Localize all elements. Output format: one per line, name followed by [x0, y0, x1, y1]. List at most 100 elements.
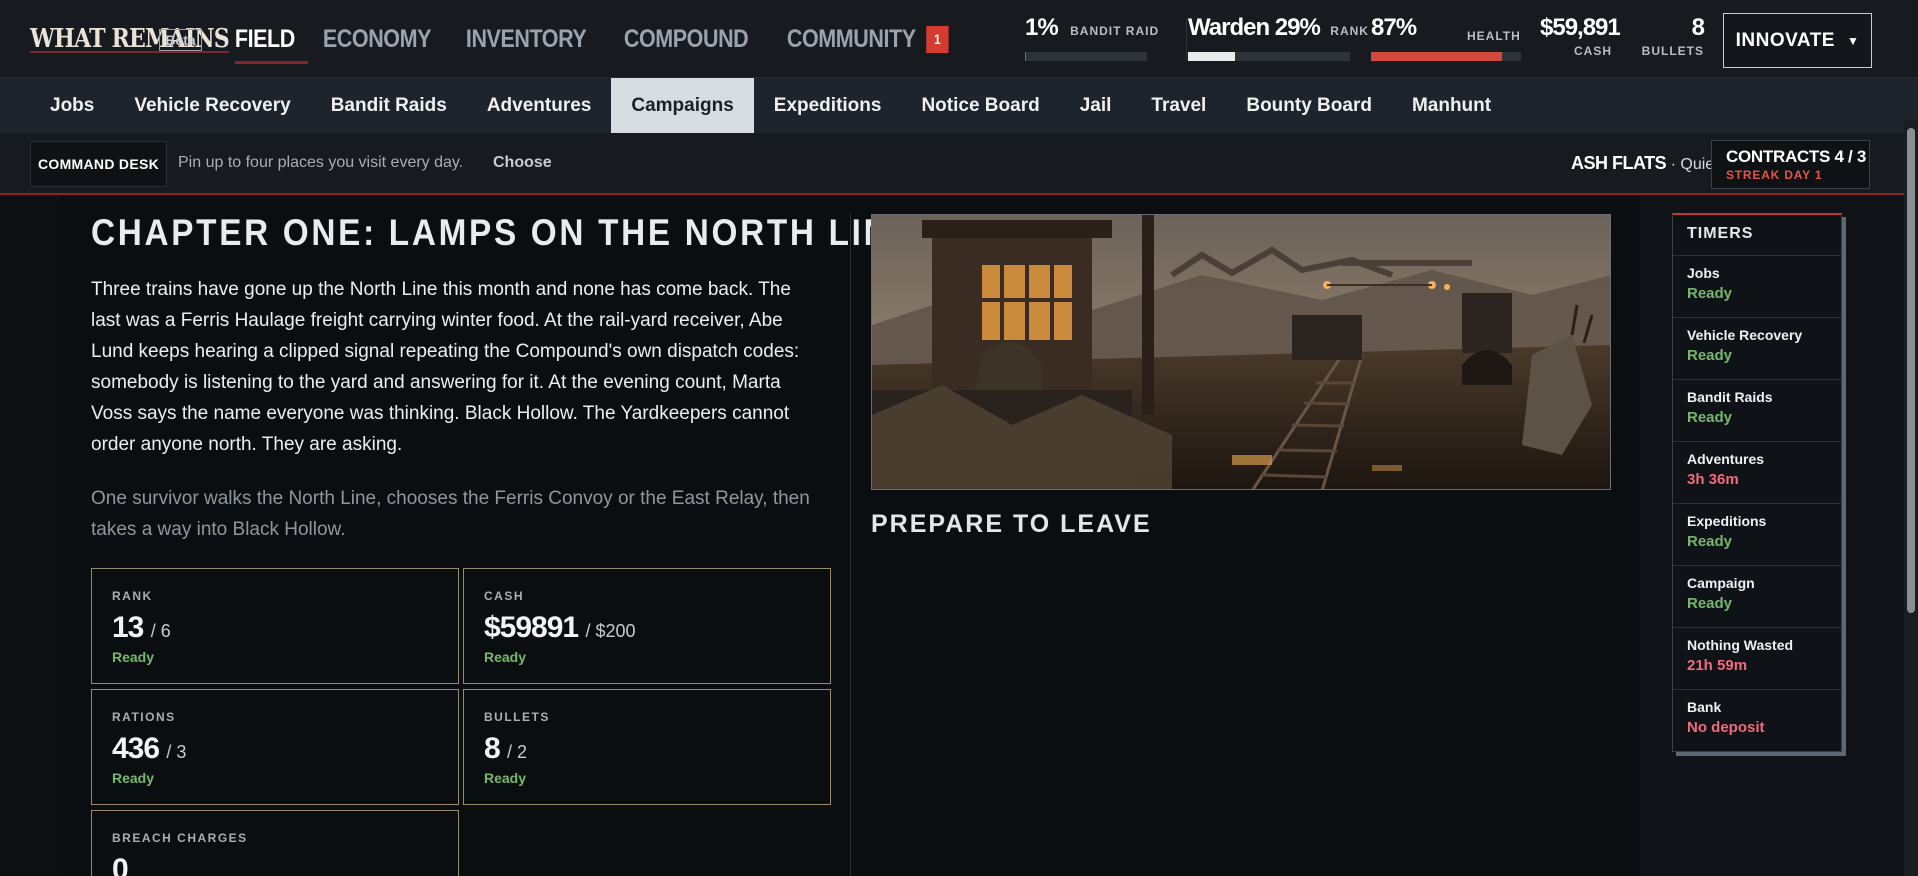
- campaign-story: Three trains have gone up the North Line…: [91, 279, 800, 455]
- requirement-status: Ready: [112, 770, 155, 786]
- main-nav-compound[interactable]: COMPOUND: [611, 0, 761, 78]
- bandit-raid-stat[interactable]: 1% BANDIT RAID: [1025, 14, 1160, 61]
- rail-yard-illustration: [872, 215, 1610, 489]
- main-nav-field[interactable]: FIELD: [222, 0, 308, 78]
- command-desk-button[interactable]: COMMAND DESK: [30, 141, 167, 187]
- timer-value: 3h 36m: [1687, 471, 1739, 488]
- requirement-card-breach-charges: BREACH CHARGES 0: [91, 810, 459, 876]
- choose-link[interactable]: Choose: [493, 154, 552, 172]
- sub-nav-jail[interactable]: Jail: [1060, 78, 1132, 133]
- timer-name: Bank: [1687, 699, 1722, 715]
- requirement-current: 13: [112, 611, 144, 644]
- sub-nav-bandit-raids[interactable]: Bandit Raids: [311, 78, 467, 133]
- cash-label: CASH: [1573, 44, 1612, 58]
- health-bar: [1371, 52, 1521, 61]
- bullets-stat[interactable]: 8 BULLETS: [1636, 14, 1705, 58]
- rank-bar-fill: [1188, 52, 1235, 61]
- sub-nav-campaigns[interactable]: Campaigns: [611, 78, 754, 133]
- cash-value: $59,891: [1540, 14, 1621, 41]
- chevron-down-icon: ▼: [1846, 33, 1860, 48]
- sub-nav-vehicle-recovery[interactable]: Vehicle Recovery: [114, 78, 310, 133]
- main-nav-label: INVENTORY: [466, 24, 587, 53]
- requirement-label: CASH: [484, 589, 525, 603]
- sub-nav-expeditions[interactable]: Expeditions: [754, 78, 902, 133]
- sub-nav-travel[interactable]: Travel: [1131, 78, 1226, 133]
- requirement-value: $59891 / $200: [484, 611, 830, 645]
- timers-panel: TIMERS Jobs Ready Vehicle Recovery Ready…: [1672, 213, 1842, 752]
- sub-nav-jobs[interactable]: Jobs: [30, 78, 114, 133]
- requirement-needed: / 6: [150, 621, 171, 641]
- divider: [1186, 18, 1187, 60]
- campaign-summary: One survivor walks the North Line, choos…: [91, 488, 810, 540]
- bandit-raid-bar-fill: [1025, 52, 1027, 61]
- requirement-status: Ready: [484, 649, 527, 665]
- page-scrollbar[interactable]: [1904, 120, 1918, 876]
- sub-nav-bounty-board[interactable]: Bounty Board: [1226, 78, 1392, 133]
- rank-stat[interactable]: Warden 29% RANK: [1188, 14, 1369, 61]
- timer-name: Campaign: [1687, 575, 1755, 591]
- requirement-needed: / 3: [166, 742, 187, 762]
- main-nav-label: ECONOMY: [322, 24, 432, 53]
- beta-badge: Beta: [159, 29, 202, 51]
- innovate-button[interactable]: INNOVATE ▼: [1723, 13, 1872, 68]
- region-separator: ·: [1670, 156, 1676, 173]
- sub-nav: Jobs Vehicle Recovery Bandit Raids Adven…: [0, 78, 1918, 133]
- command-desk-hint: Pin up to four places you visit every da…: [178, 154, 464, 171]
- bullets-value: 8: [1691, 14, 1705, 41]
- timer-value: Ready: [1687, 285, 1733, 302]
- requirement-label: RATIONS: [112, 710, 176, 724]
- sub-nav-manhunt[interactable]: Manhunt: [1392, 78, 1511, 133]
- timer-name: Expeditions: [1687, 513, 1767, 529]
- requirement-value: 13 / 6: [112, 611, 458, 645]
- timer-jobs[interactable]: Jobs Ready: [1673, 256, 1841, 318]
- notification-badge: 1: [925, 25, 949, 53]
- health-stat[interactable]: 87% HEALTH: [1371, 14, 1521, 61]
- sub-nav-notice-board[interactable]: Notice Board: [901, 78, 1059, 133]
- timer-adventures[interactable]: Adventures 3h 36m: [1673, 442, 1841, 504]
- timer-bandit-raids[interactable]: Bandit Raids Ready: [1673, 380, 1841, 442]
- cash-stat[interactable]: $59,891 CASH: [1540, 14, 1621, 58]
- timer-name: Vehicle Recovery: [1687, 327, 1803, 343]
- timer-name: Nothing Wasted: [1687, 637, 1794, 653]
- requirement-status: Ready: [112, 649, 155, 665]
- contracts-panel[interactable]: CONTRACTS 4 / 3 STREAK DAY 1: [1711, 140, 1870, 189]
- sub-nav-adventures[interactable]: Adventures: [467, 78, 612, 133]
- requirement-needed: / 2: [507, 742, 528, 762]
- timer-value: Ready: [1687, 595, 1733, 612]
- requirement-current: 8: [484, 732, 501, 765]
- chapter-title: CHAPTER ONE: LAMPS ON THE NORTH LINE: [91, 212, 916, 253]
- requirement-status: Ready: [484, 770, 527, 786]
- timers-title: TIMERS: [1673, 215, 1841, 256]
- streak-label: STREAK DAY 1: [1726, 168, 1823, 182]
- prepare-to-leave-heading: PREPARE TO LEAVE: [871, 510, 1152, 538]
- rank-label: RANK: [1330, 24, 1369, 38]
- bandit-raid-value: 1%: [1025, 14, 1059, 41]
- requirement-label: RANK: [112, 589, 153, 603]
- bullets-label: BULLETS: [1641, 44, 1704, 58]
- health-bar-fill: [1371, 52, 1502, 61]
- timer-name: Adventures: [1687, 451, 1765, 467]
- timer-campaign[interactable]: Campaign Ready: [1673, 566, 1841, 628]
- requirement-label: BULLETS: [484, 710, 550, 724]
- timer-vehicle-recovery[interactable]: Vehicle Recovery Ready: [1673, 318, 1841, 380]
- bandit-raid-bar: [1025, 52, 1147, 61]
- bandit-raid-label: BANDIT RAID: [1070, 24, 1160, 38]
- region-status: ASH FLATS · Quiet: [1571, 153, 1719, 174]
- main-nav-label: COMMUNITY: [786, 24, 916, 53]
- timer-name: Jobs: [1687, 265, 1720, 281]
- timer-bank[interactable]: Bank No deposit: [1673, 690, 1841, 752]
- requirement-card-bullets: BULLETS 8 / 2 Ready: [463, 689, 831, 805]
- main-nav-economy[interactable]: ECONOMY: [310, 0, 444, 78]
- region-name: ASH FLATS: [1571, 153, 1667, 173]
- timer-expeditions[interactable]: Expeditions Ready: [1673, 504, 1841, 566]
- main-nav-inventory[interactable]: INVENTORY: [453, 0, 599, 78]
- requirement-current: $59891: [484, 611, 579, 644]
- scrollbar-thumb[interactable]: [1907, 128, 1915, 613]
- main-nav-community[interactable]: COMMUNITY 1: [774, 0, 961, 78]
- timer-value: Ready: [1687, 533, 1733, 550]
- main-nav-label: COMPOUND: [624, 24, 749, 53]
- main-nav-label: FIELD: [234, 24, 295, 53]
- requirement-value: 436 / 3: [112, 732, 458, 766]
- timer-nothing-wasted[interactable]: Nothing Wasted 21h 59m: [1673, 628, 1841, 690]
- requirement-needed: / $200: [585, 621, 636, 641]
